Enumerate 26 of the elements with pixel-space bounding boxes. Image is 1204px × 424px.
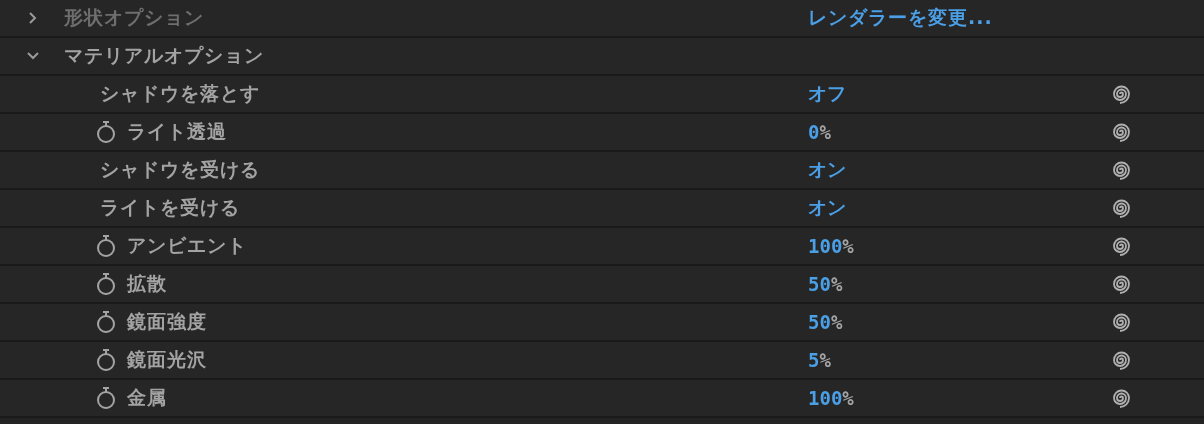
- stopwatch-icon[interactable]: [95, 348, 117, 372]
- property-label: 鏡面強度: [127, 309, 207, 334]
- property-value[interactable]: オン: [808, 196, 846, 218]
- stopwatch-icon[interactable]: [95, 234, 117, 258]
- property-value[interactable]: 50%: [808, 273, 843, 295]
- property-label: シャドウを受ける: [100, 157, 260, 182]
- property-value[interactable]: オフ: [808, 82, 846, 104]
- property-value[interactable]: 100%: [808, 235, 854, 257]
- property-label: 鏡面光沢: [127, 347, 207, 372]
- group-label: 形状オプション: [64, 5, 204, 30]
- property-value[interactable]: 100%: [808, 387, 854, 409]
- group-label: マテリアルオプション: [64, 43, 264, 68]
- stopwatch-icon[interactable]: [95, 310, 117, 334]
- property-label: 拡散: [127, 271, 167, 296]
- stopwatch-icon[interactable]: [95, 386, 117, 410]
- stopwatch-icon[interactable]: [95, 120, 117, 144]
- property-value[interactable]: 0%: [808, 121, 831, 143]
- property-label: 金属: [127, 385, 167, 410]
- property-value[interactable]: オン: [808, 158, 846, 180]
- property-value[interactable]: 5%: [808, 349, 831, 371]
- property-label: ライト透過: [127, 119, 227, 144]
- property-value[interactable]: 50%: [808, 311, 843, 333]
- property-label: シャドウを落とす: [100, 81, 260, 106]
- property-label: アンビエント: [127, 233, 247, 258]
- property-label: ライトを受ける: [100, 195, 240, 220]
- stopwatch-icon[interactable]: [95, 272, 117, 296]
